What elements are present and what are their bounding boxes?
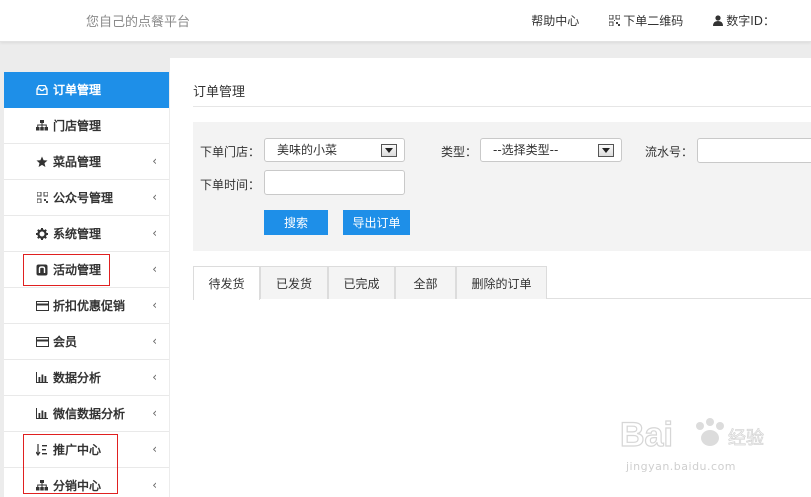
inbox-icon [35, 83, 49, 97]
sidebar-item-data-analysis[interactable]: 数据分析 ‹ [4, 360, 169, 396]
sidebar-item-label: 菜品管理 [53, 155, 102, 169]
qrcode-icon [35, 191, 49, 205]
bar-chart-icon [35, 407, 49, 421]
tab-shipped[interactable]: 已发货 [260, 266, 328, 299]
sidebar-item-label: 折扣优惠促销 [53, 299, 126, 313]
chevron-left-icon: ‹ [152, 370, 157, 384]
chevron-left-icon: ‹ [152, 262, 157, 276]
chevron-left-icon: ‹ [152, 334, 157, 348]
bar-chart-icon [35, 371, 49, 385]
user-icon [713, 15, 724, 26]
brand-title: 您自己的点餐平台 [86, 15, 191, 30]
serial-number-input[interactable] [697, 138, 811, 163]
chevron-left-icon: ‹ [152, 190, 157, 204]
dropdown-arrow-icon [598, 144, 614, 157]
tab-deleted-orders[interactable]: 删除的订单 [456, 266, 547, 299]
sidebar-item-member[interactable]: 会员 ‹ [4, 324, 169, 360]
sidebar-item-label: 系统管理 [53, 227, 102, 241]
order-time-input[interactable] [264, 170, 405, 195]
svg-text:Bai: Bai [620, 416, 673, 454]
chevron-left-icon: ‹ [152, 442, 157, 456]
title-divider [193, 106, 811, 107]
sitemap-icon [35, 119, 49, 133]
digital-id-label: 数字ID： [726, 14, 775, 28]
sidebar-item-store-management[interactable]: 门店管理 [4, 108, 169, 144]
gear-icon [35, 227, 49, 241]
digital-id-link[interactable]: 数字ID： [713, 12, 775, 29]
help-center-label: 帮助中心 [531, 14, 580, 28]
sidebar-item-system-management[interactable]: 系统管理 ‹ [4, 216, 169, 252]
chevron-left-icon: ‹ [152, 298, 157, 312]
filter-panel: 下单门店： 美味的小菜 类型： --选择类型-- 流水号： 下单时间： 搜索 导… [193, 122, 811, 251]
sidebar-item-label: 微信数据分析 [53, 407, 126, 421]
sidebar-item-official-account[interactable]: 公众号管理 ‹ [4, 180, 169, 216]
chevron-left-icon: ‹ [152, 478, 157, 492]
chevron-left-icon: ‹ [152, 226, 157, 240]
tab-pending-shipment[interactable]: 待发货 [193, 266, 260, 300]
type-select-value: --选择类型-- [493, 143, 559, 157]
qrcode-icon [609, 15, 621, 26]
chevron-left-icon: ‹ [152, 406, 157, 420]
sidebar-item-dish-management[interactable]: 菜品管理 ‹ [4, 144, 169, 180]
card-icon [35, 299, 49, 313]
serial-label: 流水号： [645, 145, 694, 159]
top-links: 帮助中心 下单二维码 数字ID： [531, 12, 811, 29]
watermark-url: jingyan.baidu.com [626, 460, 737, 473]
sidebar-item-discount-promotion[interactable]: 折扣优惠促销 ‹ [4, 288, 169, 324]
sidebar-item-label: 会员 [53, 335, 78, 349]
tab-all[interactable]: 全部 [395, 266, 456, 299]
sidebar-item-order-management[interactable]: 订单管理 [4, 72, 169, 108]
sidebar-item-wechat-data-analysis[interactable]: 微信数据分析 ‹ [4, 396, 169, 432]
highlight-box-promotion [23, 434, 118, 494]
highlight-box-activity [23, 254, 110, 286]
store-label: 下单门店： [200, 145, 261, 159]
store-select-value: 美味的小菜 [277, 143, 338, 157]
chevron-left-icon: ‹ [152, 154, 157, 168]
order-qrcode-label: 下单二维码 [623, 14, 684, 28]
search-button[interactable]: 搜索 [264, 210, 328, 235]
type-select[interactable]: --选择类型-- [480, 138, 622, 162]
export-orders-button[interactable]: 导出订单 [343, 210, 410, 235]
card-icon [35, 335, 49, 349]
help-center-link[interactable]: 帮助中心 [531, 12, 579, 29]
sidebar-item-label: 订单管理 [53, 83, 102, 97]
baidu-watermark-logo: Bai 经验 [619, 408, 770, 461]
order-time-label: 下单时间： [200, 178, 261, 192]
order-qrcode-link[interactable]: 下单二维码 [609, 12, 683, 29]
type-label: 类型： [441, 145, 478, 159]
star-icon [35, 155, 49, 169]
order-tabs: 待发货 已发货 已完成 全部 删除的订单 [193, 266, 811, 300]
sidebar-item-label: 数据分析 [53, 371, 102, 385]
tab-completed[interactable]: 已完成 [328, 266, 395, 299]
dropdown-arrow-icon [381, 144, 397, 157]
sidebar-item-label: 门店管理 [53, 119, 102, 133]
sidebar-item-label: 公众号管理 [53, 191, 114, 205]
top-bar: 您自己的点餐平台 帮助中心 下单二维码 数字ID： [0, 0, 811, 42]
svg-text:经验: 经验 [728, 428, 764, 449]
store-select[interactable]: 美味的小菜 [264, 138, 405, 162]
page-title: 订单管理 [193, 85, 246, 100]
